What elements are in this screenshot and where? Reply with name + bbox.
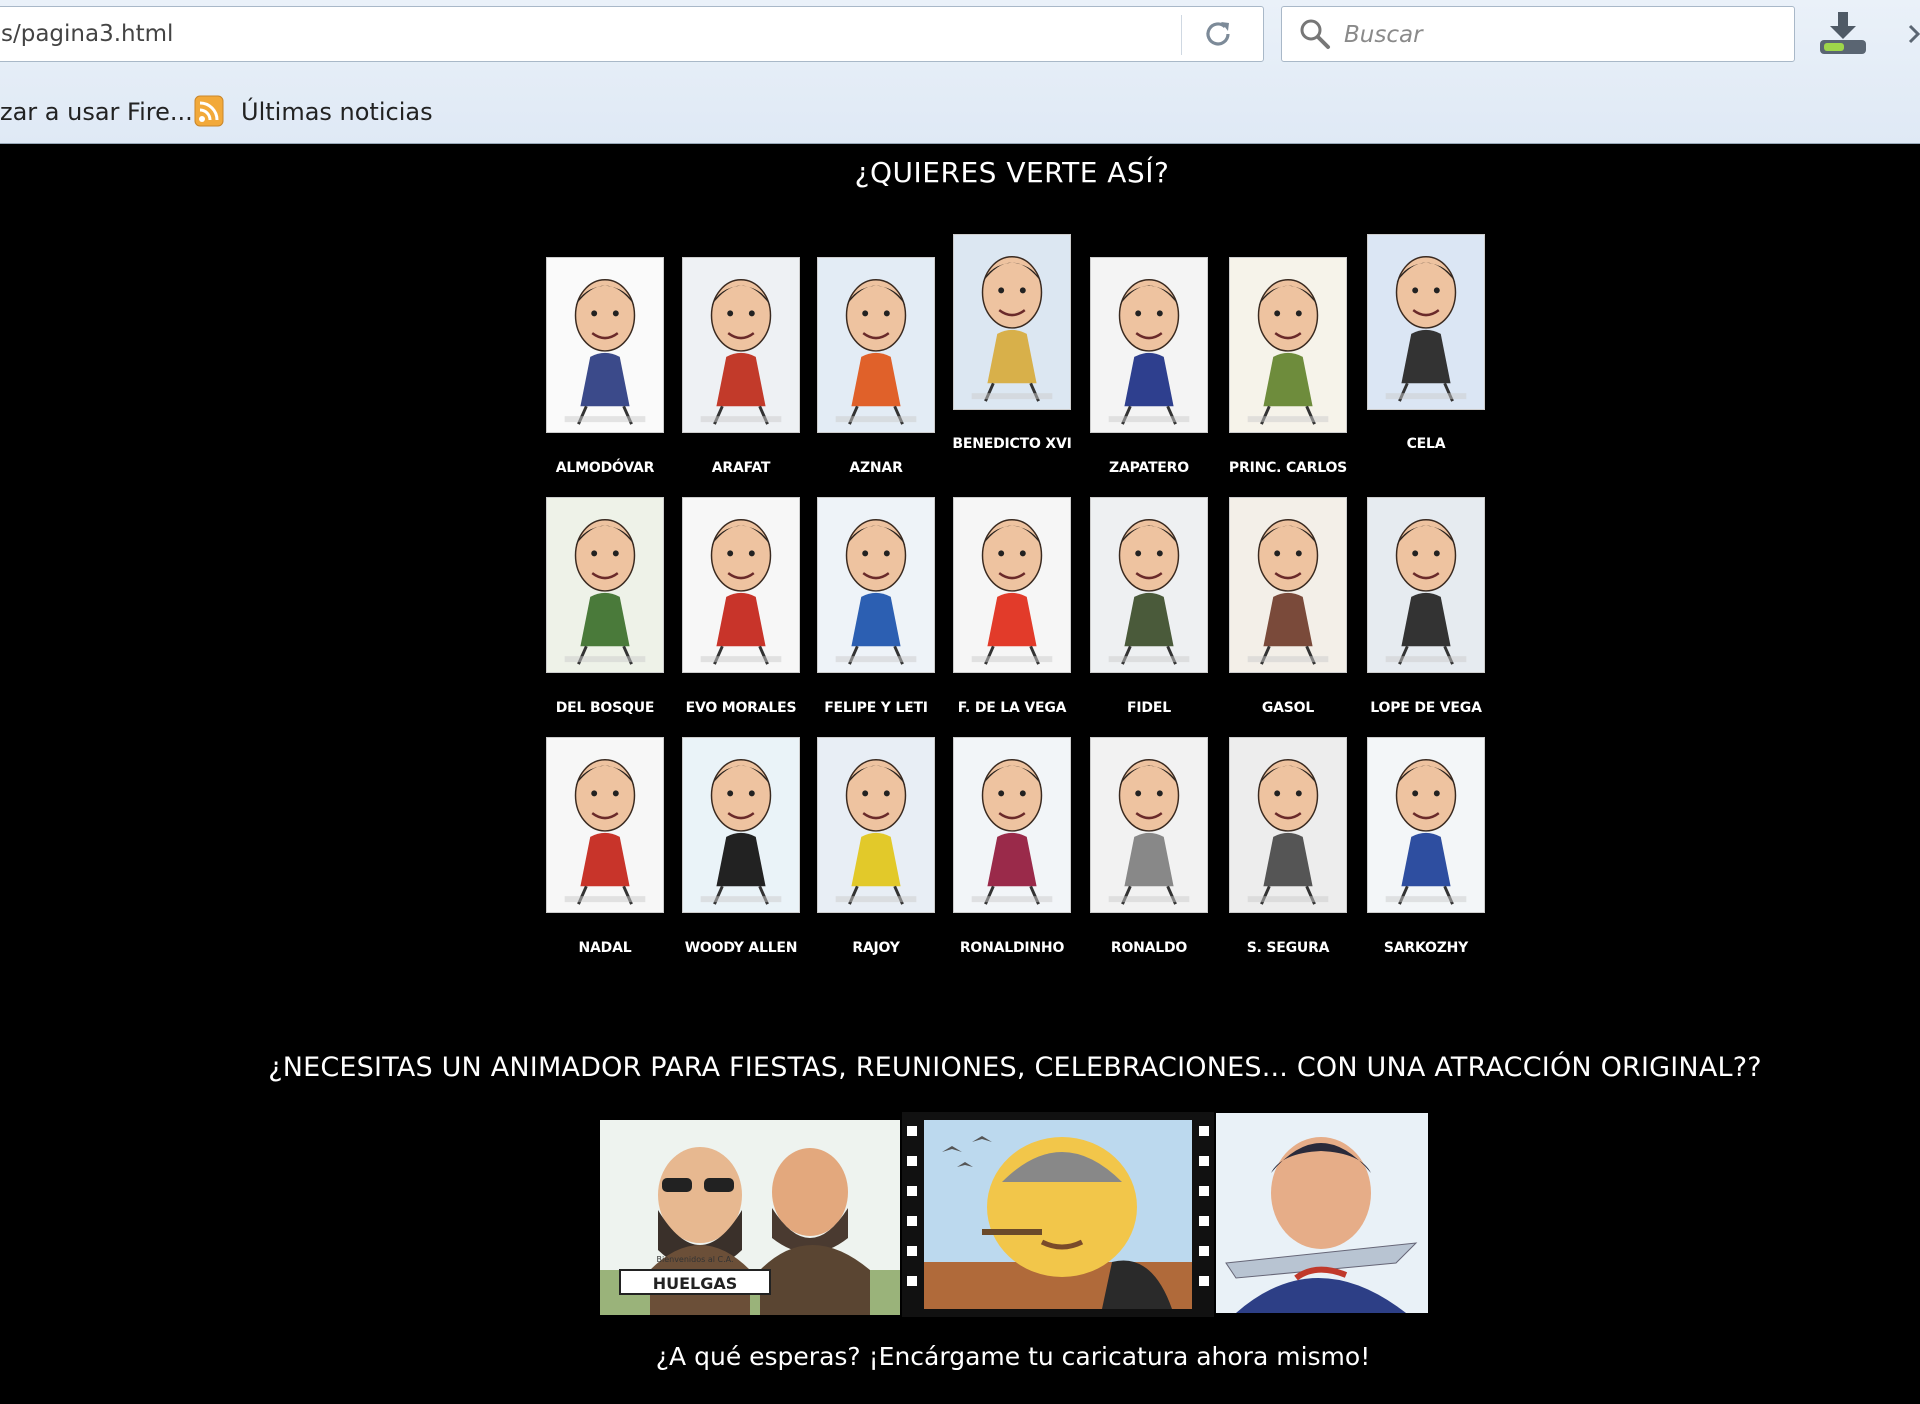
overflow-menu-icon[interactable] — [1908, 20, 1920, 48]
caricature-thumbnail[interactable] — [953, 497, 1071, 673]
caricature-thumbnail[interactable] — [546, 497, 664, 673]
caricature-caption: FELIPE Y LETI — [824, 700, 928, 716]
caricature-thumbnail[interactable] — [1229, 737, 1347, 913]
caricature-thumbnail[interactable] — [546, 737, 664, 913]
banner-monks-image[interactable]: Bienvenidos al C.A. HUELGAS — [600, 1120, 900, 1315]
caricature-thumbnail[interactable] — [1090, 737, 1208, 913]
caricature-thumbnail[interactable] — [1229, 257, 1347, 433]
caricature-thumbnail[interactable] — [682, 497, 800, 673]
caricature-caption: FIDEL — [1127, 700, 1171, 716]
caricature-caption: WOODY ALLEN — [684, 940, 798, 956]
caricature-caption: ALMODÓVAR — [555, 460, 655, 476]
caricature-thumbnail[interactable] — [1090, 257, 1208, 433]
call-to-action: ¿A qué esperas? ¡Encárgame tu caricatura… — [655, 1342, 1371, 1371]
caricature-thumbnail[interactable] — [1367, 234, 1485, 410]
banner-plane-image[interactable] — [1216, 1113, 1428, 1313]
caricature-thumbnail[interactable] — [817, 257, 935, 433]
caricature-thumbnail[interactable] — [682, 257, 800, 433]
page-heading: ¿QUIERES VERTE ASÍ? — [854, 156, 1170, 189]
banner-sign-small: Bienvenidos al C.A. — [656, 1255, 733, 1264]
banner-sign-text: HUELGAS — [653, 1274, 738, 1293]
bookmark-latest-news[interactable]: Últimas noticias — [241, 98, 433, 126]
reload-icon[interactable] — [1201, 17, 1235, 51]
caricature-caption: SARKOZHY — [1383, 940, 1469, 956]
caricature-caption: CELA — [1406, 436, 1446, 452]
caricature-caption: S. SEGURA — [1246, 940, 1330, 956]
caricature-thumbnail[interactable] — [682, 737, 800, 913]
caricature-caption: LOPE DE VEGA — [1370, 700, 1482, 716]
search-icon — [1300, 19, 1330, 49]
browser-toolbar: s/pagina3.html Buscar zar a usar Fire...… — [0, 0, 1920, 144]
caricature-caption: NADAL — [578, 940, 632, 956]
bookmark-getting-started[interactable]: zar a usar Fire... — [0, 98, 193, 126]
promo-question: ¿NECESITAS UN ANIMADOR PARA FIESTAS, REU… — [268, 1052, 1762, 1083]
caricature-caption: RONALDINHO — [959, 940, 1065, 956]
address-bar-divider — [1181, 15, 1182, 55]
caricature-caption: RONALDO — [1110, 940, 1188, 956]
search-placeholder: Buscar — [1344, 22, 1423, 48]
caricature-thumbnail[interactable] — [1090, 497, 1208, 673]
caricature-thumbnail[interactable] — [817, 737, 935, 913]
caricature-caption: AZNAR — [849, 460, 903, 476]
caricature-caption: DEL BOSQUE — [555, 700, 655, 716]
caricature-thumbnail[interactable] — [1229, 497, 1347, 673]
caricature-thumbnail[interactable] — [953, 234, 1071, 410]
caricature-caption: GASOL — [1261, 700, 1315, 716]
caricature-thumbnail[interactable] — [546, 257, 664, 433]
caricature-caption: EVO MORALES — [685, 700, 797, 716]
address-bar[interactable]: s/pagina3.html — [0, 6, 1264, 62]
url-text[interactable]: s/pagina3.html — [1, 21, 173, 47]
banner-film-image[interactable] — [902, 1112, 1214, 1317]
caricature-caption: ARAFAT — [711, 460, 771, 476]
rss-feed-icon[interactable] — [194, 94, 224, 128]
caricature-thumbnail[interactable] — [1367, 497, 1485, 673]
caricature-caption: F. DE LA VEGA — [957, 700, 1067, 716]
caricature-caption: BENEDICTO XVI — [952, 436, 1072, 452]
caricature-caption: PRINC. CARLOS — [1228, 460, 1348, 476]
caricature-caption: RAJOY — [852, 940, 900, 956]
caricature-thumbnail[interactable] — [953, 737, 1071, 913]
caricature-thumbnail[interactable] — [817, 497, 935, 673]
download-icon[interactable] — [1818, 10, 1868, 56]
caricature-caption: ZAPATERO — [1109, 460, 1189, 476]
caricature-thumbnail[interactable] — [1367, 737, 1485, 913]
search-box[interactable]: Buscar — [1281, 6, 1795, 62]
